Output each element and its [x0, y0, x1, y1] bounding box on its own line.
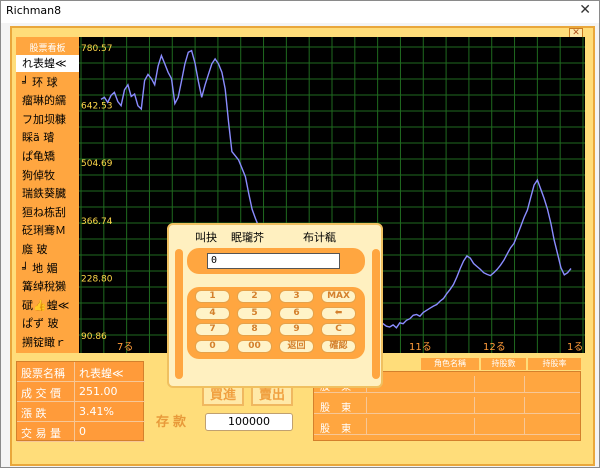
stock-list-item[interactable]: ぱず 玻 — [16, 315, 79, 332]
info-divider — [74, 382, 75, 402]
buy-button[interactable]: 買進 — [202, 386, 244, 406]
stock-list-item[interactable]: 篝绰稅獭 — [16, 278, 79, 295]
stock-info-table: 股票名稱 れ表蝗≪ 成 交 價 251.00 漲 跌 3.41% 交 易 量 0 — [16, 361, 145, 442]
y-tick-label: 366.74 — [81, 217, 113, 227]
dialog-title-left: 叫抉 — [195, 231, 217, 244]
x-tick-label: 11る — [409, 341, 432, 353]
dialog-left-bar — [175, 249, 183, 379]
shareholder-col-divider — [474, 376, 475, 393]
shareholder-row-label: 股 東 — [320, 424, 356, 435]
keypad-key[interactable]: 1 — [195, 290, 230, 303]
info-label: 漲 跌 — [21, 407, 47, 420]
shareholder-col-divider — [366, 418, 367, 435]
x-tick-label: 1る — [567, 341, 583, 353]
info-value: 0 — [79, 425, 86, 438]
info-divider — [74, 422, 75, 442]
stock-list-item[interactable]: 廕 玻 — [16, 241, 79, 258]
dialog-right-bar — [372, 249, 380, 379]
trade-calculator-dialog: 叫抉 眠瓏芥 布计瓻 0 1 2 3 MAX 4 5 6 ⬅ 7 8 9 C 0 00 返回 確認 — [167, 223, 383, 388]
stock-list-item[interactable]: 狗倬牧 — [16, 167, 79, 184]
stock-list-item[interactable]: ╛ 环 球 — [16, 74, 79, 91]
stock-list-item[interactable]: 睬ä 璿 — [16, 129, 79, 146]
dialog-title-right: 布计瓻 — [303, 231, 336, 244]
info-value: 3.41% — [79, 405, 114, 418]
shareholder-row: 股 東 — [314, 418, 580, 435]
shareholder-col-divider — [524, 418, 525, 435]
keypad-key[interactable]: 4 — [195, 306, 230, 320]
x-tick-label: 7る — [117, 341, 133, 353]
info-value: 251.00 — [79, 385, 118, 398]
info-row: 交 易 量 0 — [17, 422, 145, 442]
stock-list-item[interactable]: 狟ね栋刮 — [16, 204, 79, 221]
dialog-title-mid: 眠瓏芥 — [231, 231, 264, 244]
stock-list-item[interactable]: 瑞鉄葵臓 — [16, 185, 79, 202]
quantity-input-wrap: 0 — [187, 248, 365, 274]
info-divider — [74, 362, 75, 382]
header-role-name: 角色名稱 — [421, 358, 479, 370]
stock-list: 股票看板 れ表蝗≪ ╛ 环 球瘤琳的繻フ加坝糠 睬ä 璿ぱ龟矯狗倬牧 瑞鉄葵臓狟ね栋刮… — [16, 37, 79, 353]
window-close-icon[interactable]: ✕ — [579, 2, 591, 18]
keypad-key[interactable]: MAX — [321, 290, 356, 303]
y-tick-label: 504.69 — [81, 159, 113, 169]
shareholder-col-divider — [366, 397, 367, 414]
shareholders-header: 角色名稱 持股數 持股率 — [421, 358, 581, 370]
keypad-key[interactable]: 0 — [195, 339, 230, 353]
sell-button[interactable]: 賣出 — [251, 386, 293, 406]
info-row: 股票名稱 れ表蝗≪ — [17, 362, 145, 382]
shareholder-col-divider — [524, 376, 525, 393]
stock-list-item[interactable]: 搠锭瞰ｒ — [16, 334, 79, 351]
keypad-key[interactable]: 7 — [195, 323, 230, 336]
shareholder-row: 股 東 — [314, 397, 580, 414]
info-row: 成 交 價 251.00 — [17, 382, 145, 402]
stock-list-item[interactable]: フ加坝糠 — [16, 111, 79, 128]
info-divider — [74, 402, 75, 422]
stock-list-item[interactable]: 瘤琳的繻 — [16, 92, 79, 109]
shareholder-col-divider — [474, 418, 475, 435]
stock-list-item[interactable]: 碔👍蝗≪ — [16, 297, 79, 314]
keypad-key[interactable]: 6 — [279, 306, 314, 320]
keypad-key[interactable]: 返回 — [279, 339, 314, 353]
window-title: Richman8 — [6, 4, 62, 17]
deposit-value: 100000 — [205, 413, 293, 431]
keypad-key[interactable]: 確認 — [321, 339, 356, 353]
app-window: Richman8 ✕ ✕ 股票看板 れ表蝗≪ ╛ 环 球瘤琳的繻フ加坝糠 睬ä 璿ぱ… — [0, 0, 600, 468]
info-row: 漲 跌 3.41% — [17, 402, 145, 422]
keypad-key[interactable]: 9 — [279, 323, 314, 336]
deposit-label: 存款 — [156, 415, 191, 430]
shareholder-row-label: 股 東 — [320, 403, 356, 414]
title-bar: Richman8 ✕ — [1, 1, 599, 23]
keypad: 1 2 3 MAX 4 5 6 ⬅ 7 8 9 C 0 00 返回 確認 — [187, 287, 365, 359]
info-label: 股票名稱 — [21, 367, 65, 380]
info-label: 交 易 量 — [21, 427, 61, 440]
x-tick-label: 12る — [483, 341, 506, 353]
keypad-key[interactable]: 00 — [237, 339, 272, 353]
quantity-input[interactable]: 0 — [207, 253, 340, 269]
y-tick-label: 228.80 — [81, 274, 113, 284]
keypad-key[interactable]: 2 — [237, 290, 272, 303]
keypad-key[interactable]: C — [321, 323, 356, 336]
stock-list-title: 股票看板 — [29, 44, 66, 54]
stock-list-item[interactable]: ぱ龟矯 — [16, 148, 79, 165]
shareholder-col-divider — [524, 397, 525, 414]
shareholder-col-divider — [474, 397, 475, 414]
keypad-key[interactable]: 3 — [279, 290, 314, 303]
keypad-key[interactable]: 5 — [237, 306, 272, 320]
info-label: 成 交 價 — [21, 387, 61, 400]
y-tick-label: 780.57 — [81, 44, 113, 54]
stock-list-item[interactable]: ╛ 地 媚 — [16, 260, 79, 277]
keypad-key[interactable]: ⬅ — [321, 306, 356, 320]
stock-list-item[interactable]: れ表蝗≪ — [16, 55, 79, 72]
y-tick-label: 90.86 — [81, 332, 107, 342]
header-share-rate: 持股率 — [528, 358, 581, 370]
header-shares: 持股數 — [481, 358, 526, 370]
stock-list-item[interactable]: 砭琍骞Ｍ — [16, 222, 79, 239]
keypad-key[interactable]: 8 — [237, 323, 272, 336]
info-value: れ表蝗≪ — [79, 367, 124, 380]
